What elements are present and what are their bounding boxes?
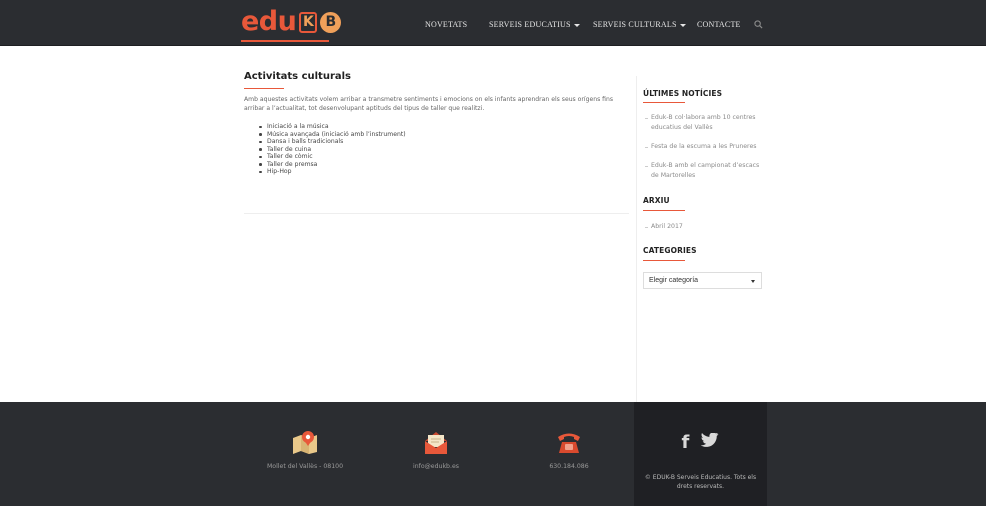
chevron-down-icon bbox=[573, 23, 580, 27]
logo-b-badge: B bbox=[320, 11, 342, 33]
footer-social-panel: f © EDUK-B Serveis Educatius. Tots els d… bbox=[634, 402, 767, 506]
nav-item-label: SERVEIS EDUCATIUS bbox=[489, 20, 571, 29]
title-underline bbox=[244, 88, 284, 89]
nav-item-contacte[interactable]: CONTACTE bbox=[697, 19, 741, 31]
nav-item-label: SERVEIS CULTURALS bbox=[593, 20, 677, 29]
footer-phone[interactable]: 630.184.086 bbox=[509, 430, 629, 470]
telephone-icon bbox=[558, 433, 580, 453]
archive-heading: ARXIU bbox=[643, 196, 670, 205]
map-pin-icon bbox=[293, 431, 317, 454]
content-divider bbox=[244, 213, 629, 214]
categories-heading: CATEGORIES bbox=[643, 246, 697, 255]
social-links: f bbox=[634, 432, 767, 453]
facebook-icon[interactable]: f bbox=[681, 432, 689, 453]
categories-heading-underline bbox=[643, 260, 685, 261]
logo-k-badge: K bbox=[299, 11, 318, 33]
email-label: info@edukb.es bbox=[413, 463, 459, 470]
bullet-dash bbox=[645, 166, 648, 167]
news-link[interactable]: Eduk-B col·labora amb 10 centres educati… bbox=[651, 113, 763, 133]
list-item: Iniciació a la música bbox=[259, 123, 629, 131]
nav-item-label: NOVETATS bbox=[425, 20, 468, 29]
site-header: edu K B NOVETATS SERVEIS EDUCATIUS SERVE… bbox=[0, 0, 986, 46]
news-heading-underline bbox=[643, 102, 685, 103]
phone-label: 630.184.086 bbox=[549, 463, 589, 470]
list-item: Dansa i balls tradicionals bbox=[259, 138, 629, 146]
chevron-down-icon bbox=[679, 23, 686, 27]
bullet-dash bbox=[645, 118, 648, 119]
archive-link[interactable]: Abril 2017 bbox=[651, 222, 763, 232]
chevron-down-icon bbox=[751, 280, 755, 283]
list-item: Taller de cuina bbox=[259, 146, 629, 154]
site-logo[interactable]: edu K B bbox=[241, 6, 342, 37]
site-footer: Mollet del Vallès - 08100 info@edukb.es … bbox=[0, 402, 986, 506]
list-item: Hip-Hop bbox=[259, 168, 629, 176]
archive-heading-underline bbox=[643, 210, 685, 211]
footer-location: Mollet del Vallès - 08100 bbox=[245, 430, 365, 470]
intro-paragraph: Amb aquestes activitats volem arribar a … bbox=[244, 96, 614, 112]
list-item: Taller de premsa bbox=[259, 161, 629, 169]
category-select[interactable]: Elegir categoría bbox=[643, 272, 762, 289]
news-link[interactable]: Eduk-B amb el campionat d’escacs de Mart… bbox=[651, 161, 763, 181]
nav-item-label: CONTACTE bbox=[697, 20, 741, 29]
news-heading: ÚLTIMES NOTÍCIES bbox=[643, 89, 723, 98]
twitter-icon[interactable] bbox=[700, 432, 720, 449]
news-link[interactable]: Festa de la escuma a les Pruneres bbox=[651, 142, 763, 152]
nav-item-serveis-educatius[interactable]: SERVEIS EDUCATIUS bbox=[489, 19, 580, 31]
search-icon[interactable] bbox=[754, 20, 763, 29]
copyright-text: © EDUK-B Serveis Educatius. Tots els dre… bbox=[644, 474, 757, 490]
bullet-dash bbox=[645, 227, 648, 228]
envelope-icon bbox=[425, 432, 447, 454]
logo-text: edu bbox=[241, 6, 297, 37]
nav-item-serveis-culturals[interactable]: SERVEIS CULTURALS bbox=[593, 19, 686, 31]
list-item: Taller de còmic bbox=[259, 153, 629, 161]
bullet-dash bbox=[645, 147, 648, 148]
location-label: Mollet del Vallès - 08100 bbox=[266, 463, 344, 470]
activities-list: Iniciació a la música Música avançada (i… bbox=[259, 123, 629, 176]
logo-underline bbox=[241, 40, 329, 42]
main-content: Activitats culturals Amb aquestes activi… bbox=[244, 70, 629, 176]
sidebar: ÚLTIMES NOTÍCIES Eduk-B col·labora amb 1… bbox=[636, 76, 767, 402]
footer-email[interactable]: info@edukb.es bbox=[376, 430, 496, 470]
page-title: Activitats culturals bbox=[244, 71, 351, 82]
list-item: Música avançada (iniciació amb l’instrum… bbox=[259, 131, 629, 139]
category-select-value: Elegir categoría bbox=[649, 277, 699, 284]
nav-item-novetats[interactable]: NOVETATS bbox=[425, 19, 467, 31]
